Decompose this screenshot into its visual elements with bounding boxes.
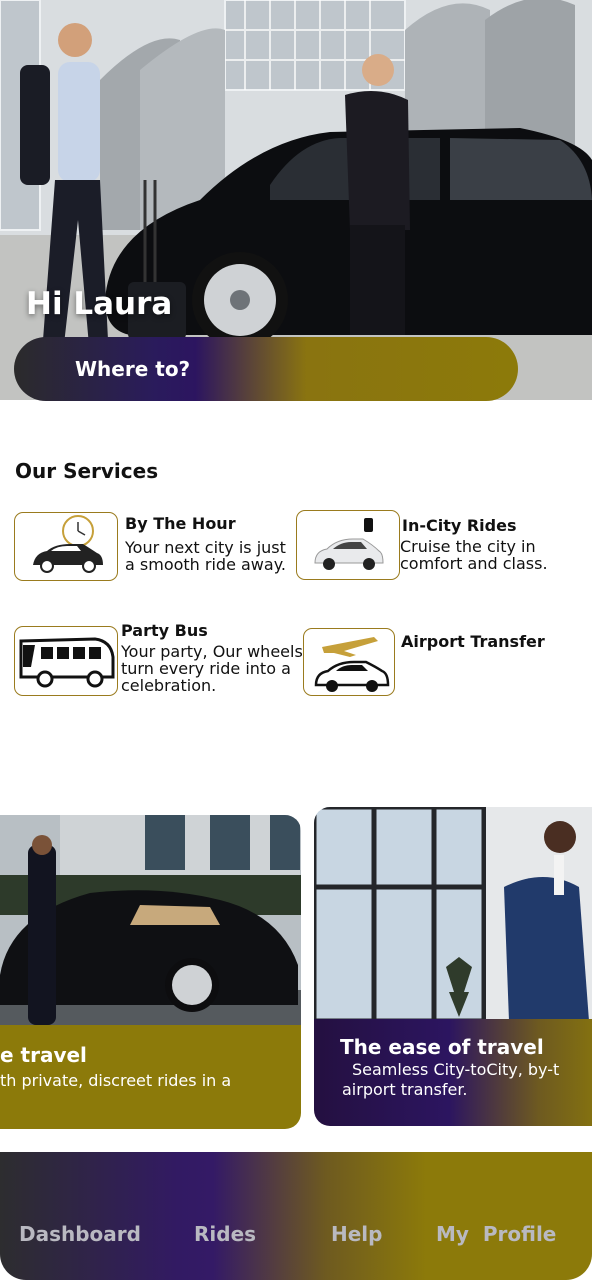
services-title: Our Services [15,459,159,483]
promo-text: Seamless City-toCity, by-t airport trans… [342,1060,560,1099]
airport-transfer-title: Airport Transfer [401,632,545,651]
party-bus-title: Party Bus [121,621,208,640]
nav-help[interactable]: Help [331,1222,382,1246]
promo-title: The ease of travel [340,1035,544,1059]
by-the-hour-description: Your next city is just a smooth ride awa… [125,538,286,574]
nav-dashboard[interactable]: Dashboard [19,1222,141,1246]
greeting: Hi Laura [26,286,173,322]
promo-card-private-rides[interactable]: e travel th private, discreet rides in a [0,815,301,1129]
airport-transfer-card[interactable] [303,628,395,696]
bottom-navigation: Dashboard Rides Help My Profile [0,1152,592,1280]
promo-title: e travel [0,1043,87,1067]
search-placeholder: Where to? [75,357,191,381]
where-to-search-bar[interactable]: Where to? [14,337,518,401]
by-the-hour-card[interactable] [14,512,118,581]
promo-photo [0,815,301,1027]
party-bus-description: Your party, Our wheels turn every ride i… [121,642,303,695]
in-city-rides-title: In-City Rides [402,516,517,535]
promo-photo [314,807,592,1021]
airplane-car-icon [314,637,390,692]
nav-rides[interactable]: Rides [194,1222,256,1246]
city-car-icon [314,518,384,570]
promo-card-ease-of-travel[interactable]: The ease of travel Seamless City-toCity,… [314,807,592,1126]
in-city-rides-description: Cruise the city in comfort and class. [400,537,548,573]
by-the-hour-title: By The Hour [125,514,236,533]
bus-icon [19,637,115,688]
clock-car-icon [33,515,103,573]
party-bus-card[interactable] [14,626,118,696]
promo-text: th private, discreet rides in a [0,1071,232,1090]
nav-my-profile[interactable]: My Profile [436,1222,556,1246]
in-city-rides-card[interactable] [296,510,400,580]
